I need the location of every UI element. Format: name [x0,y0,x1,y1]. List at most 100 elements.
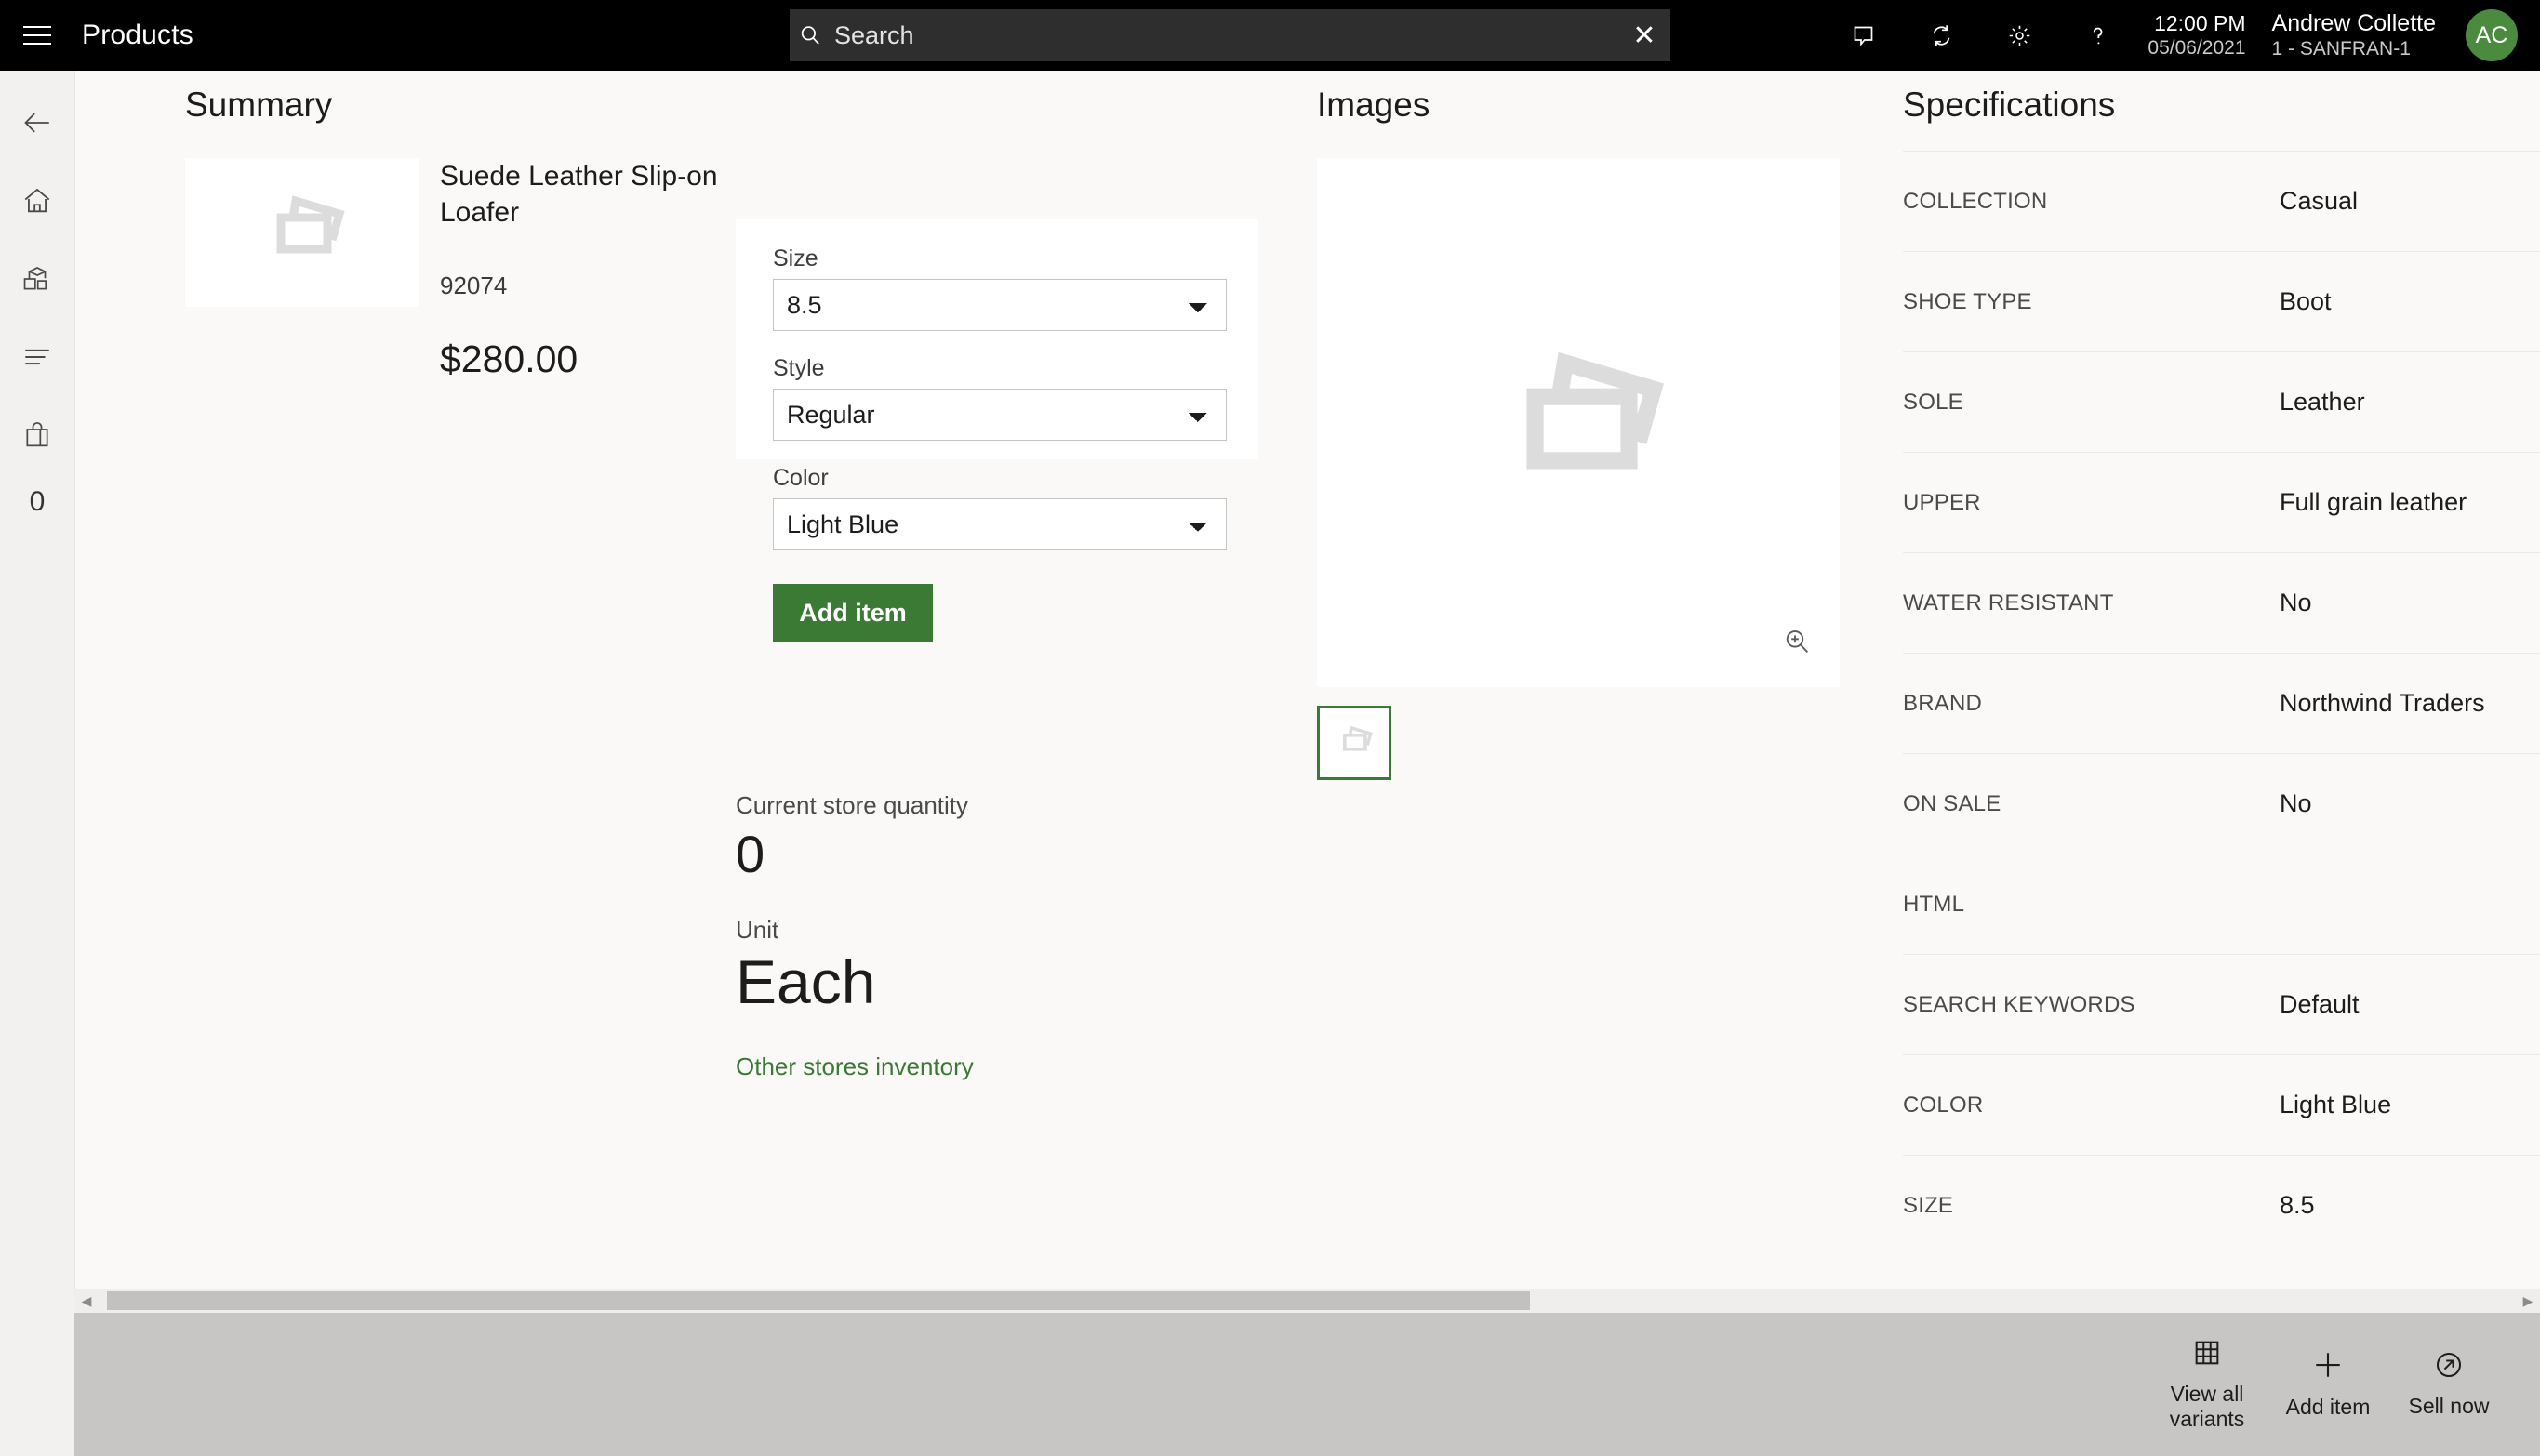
images-title: Images [1317,86,1430,124]
current-date: 05/06/2021 [2148,37,2246,60]
table-row: ON SALE No [1903,753,2540,854]
summary-title: Summary [185,86,333,124]
spec-key: BRAND [1903,690,1983,716]
image-thumbnail[interactable] [1317,706,1391,780]
left-nav-rail: 0 [0,71,74,1456]
unit-value: Each [736,947,876,1016]
product-id: 92074 [440,271,508,299]
spec-value: 8.5 [2280,1191,2315,1219]
images-section: Images [1317,86,1847,780]
color-label: Color [773,465,829,491]
command-label: View all variants [2169,1381,2245,1431]
table-row: SEARCH KEYWORDS Default [1903,954,2540,1054]
spec-key: COLLECTION [1903,188,2048,214]
table-row: UPPER Full grain leather [1903,452,2540,552]
spec-key: HTML [1903,891,1965,917]
table-row: SIZE 8.5 [1903,1155,2540,1255]
spec-key: SHOE TYPE [1903,288,2032,314]
add-item-command-button[interactable]: Add item [2270,1329,2386,1440]
current-time: 12:00 PM [2154,11,2246,36]
spec-key: UPPER [1903,489,1981,515]
specifications-section: Specifications COLLECTION Casual SHOE TY… [1903,86,2540,1255]
spec-key: ON SALE [1903,790,2001,816]
style-select[interactable]: Regular [773,389,1227,441]
user-name: Andrew Collette [2271,9,2436,36]
chevron-right-icon[interactable]: ▶ [2516,1289,2540,1313]
chevron-left-icon[interactable]: ◀ [74,1289,99,1313]
avatar[interactable]: AC [2466,9,2518,61]
color-select[interactable]: Light Blue [773,498,1227,550]
table-row: SOLE Leather [1903,351,2540,452]
specifications-title: Specifications [1903,86,2116,124]
table-row: SHOE TYPE Boot [1903,251,2540,351]
store-name: 1 - SANFRAN-1 [2271,38,2411,60]
image-placeholder-icon [1317,158,1840,687]
arrow-circle-icon [2434,1350,2464,1384]
inventory-section: Current store quantity 0 Unit Each Other… [736,791,974,1081]
bottom-command-bar: View all variants Add item Sell now [74,1313,2540,1456]
sell-now-button[interactable]: Sell now [2391,1329,2507,1440]
sync-icon[interactable] [1902,0,1980,71]
help-icon[interactable] [2058,0,2136,71]
zoom-in-icon[interactable] [1782,627,1812,661]
variant-form-card: Size 8.5 Style Regular Color Light Blue … [736,219,1258,642]
top-header: Products ✕ [0,0,2540,71]
products-icon[interactable] [0,240,74,318]
spec-value: No [2280,789,2312,817]
spec-value: Full grain leather [2280,488,2467,516]
image-thumbnail-strip [1317,706,1847,780]
table-row: BRAND Northwind Traders [1903,653,2540,753]
size-field-group: Size 8.5 [773,219,1227,331]
spec-value: No [2280,589,2312,616]
spec-value: Light Blue [2280,1091,2392,1118]
image-placeholder-icon [254,192,351,274]
product-name: Suede Leather Slip-on Loafer [440,161,718,228]
spec-value: Boot [2280,287,2332,315]
spec-key: SOLE [1903,389,1963,415]
table-row: WATER RESISTANT No [1903,552,2540,653]
specifications-table: COLLECTION Casual SHOE TYPE Boot SOLE Le… [1903,151,2540,1255]
current-store-quantity-label: Current store quantity [736,791,969,819]
cart-count: 0 [29,486,46,517]
list-icon[interactable] [0,318,74,396]
color-field-group: Color Light Blue [773,465,1227,550]
spec-key: SIZE [1903,1192,1954,1218]
command-label: Add item [2285,1395,2371,1420]
page-title: Products [82,20,193,50]
image-placeholder-icon [1333,723,1376,763]
feedback-icon[interactable] [1824,0,1902,71]
spec-key: COLOR [1903,1092,1984,1118]
user-info[interactable]: Andrew Collette 1 - SANFRAN-1 [2272,9,2436,61]
search-icon [790,23,831,47]
spec-value: Northwind Traders [2280,689,2485,717]
back-arrow-icon[interactable] [0,84,74,162]
workspace: Summary Suede Leather Slip-on Loafer 920… [74,71,2540,1313]
shopping-bag-icon[interactable] [0,396,74,474]
header-actions: 12:00 PM 05/06/2021 Andrew Collette 1 - … [1824,0,2540,71]
other-stores-inventory-link[interactable]: Other stores inventory [736,1052,974,1081]
current-store-quantity-value: 0 [736,825,765,883]
home-icon[interactable] [0,162,74,240]
grid-icon [2192,1338,2222,1372]
search-input[interactable] [831,20,1618,50]
horizontal-scrollbar[interactable]: ◀ ▶ [74,1289,2540,1313]
table-row: COLLECTION Casual [1903,151,2540,251]
close-icon[interactable]: ✕ [1618,9,1670,61]
main-image[interactable] [1317,158,1840,687]
search-box[interactable]: ✕ [790,9,1670,61]
clock: 12:00 PM 05/06/2021 [2148,10,2245,60]
product-thumbnail [185,158,419,307]
style-label: Style [773,355,825,381]
spec-value: Default [2280,990,2360,1018]
scrollbar-thumb[interactable] [107,1291,1530,1310]
gear-icon[interactable] [1980,0,2058,71]
style-field-group: Style Regular [773,355,1227,441]
spec-key: WATER RESISTANT [1903,589,2114,615]
hamburger-icon[interactable] [0,0,74,71]
spec-value: Casual [2280,187,2359,215]
view-all-variants-button[interactable]: View all variants [2149,1329,2265,1440]
unit-label: Unit [736,916,779,944]
size-label: Size [773,245,818,271]
size-select[interactable]: 8.5 [773,279,1227,331]
add-item-button[interactable]: Add item [773,584,933,642]
